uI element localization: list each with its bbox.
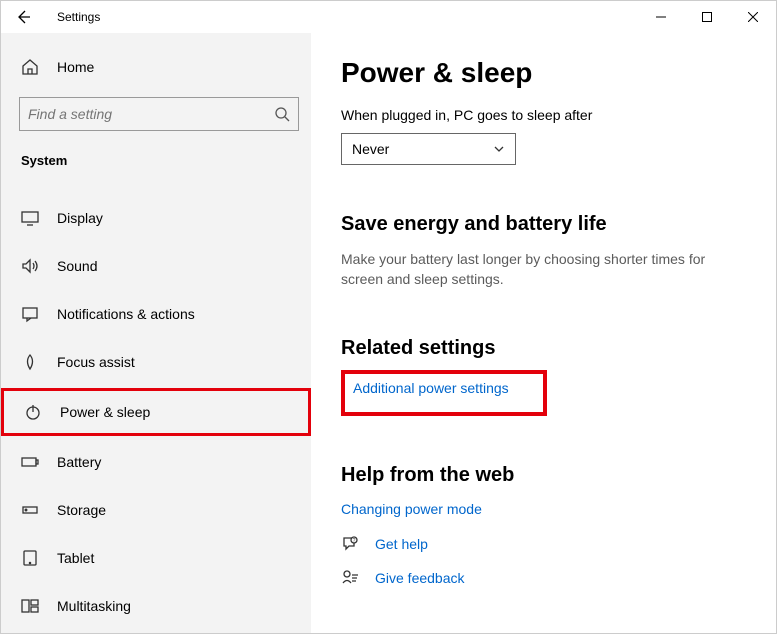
- sidebar-section-system: System: [1, 139, 311, 182]
- window-title: Settings: [45, 10, 100, 24]
- save-energy-heading: Save energy and battery life: [341, 213, 746, 236]
- storage-icon: [21, 501, 39, 519]
- home-nav[interactable]: Home: [1, 45, 311, 89]
- search-icon: [274, 106, 290, 122]
- nav-label: Power & sleep: [60, 404, 150, 420]
- nav-label: Tablet: [57, 550, 94, 566]
- sidebar-item-power-sleep[interactable]: Power & sleep: [1, 388, 311, 436]
- back-button[interactable]: [1, 1, 45, 33]
- minimize-button[interactable]: [638, 1, 684, 33]
- chevron-down-icon: [493, 143, 505, 155]
- sidebar-item-sound[interactable]: Sound: [1, 244, 311, 288]
- page-title: Power & sleep: [341, 57, 746, 89]
- tablet-icon: [21, 549, 39, 567]
- nav-label: Sound: [57, 258, 97, 274]
- svg-text:?: ?: [353, 538, 356, 544]
- sidebar-item-tablet[interactable]: Tablet: [1, 536, 311, 580]
- content-pane: Power & sleep When plugged in, PC goes t…: [311, 33, 776, 633]
- sidebar: Home System Display Sound: [1, 33, 311, 633]
- home-icon: [21, 58, 39, 76]
- sleep-field-label: When plugged in, PC goes to sleep after: [341, 107, 746, 123]
- sleep-dropdown-value: Never: [352, 141, 389, 157]
- search-field[interactable]: [28, 106, 274, 122]
- sidebar-item-display[interactable]: Display: [1, 196, 311, 240]
- nav-label: Focus assist: [57, 354, 135, 370]
- nav-label: Display: [57, 210, 103, 226]
- nav-label: Multitasking: [57, 598, 131, 614]
- changing-power-mode-link[interactable]: Changing power mode: [341, 501, 482, 517]
- sidebar-item-battery[interactable]: Battery: [1, 440, 311, 484]
- related-settings-heading: Related settings: [341, 337, 746, 360]
- help-from-web-heading: Help from the web: [341, 464, 746, 487]
- battery-icon: [21, 453, 39, 471]
- sidebar-item-storage[interactable]: Storage: [1, 488, 311, 532]
- sidebar-item-multitasking[interactable]: Multitasking: [1, 584, 311, 628]
- maximize-button[interactable]: [684, 1, 730, 33]
- sidebar-item-focus-assist[interactable]: Focus assist: [1, 340, 311, 384]
- close-button[interactable]: [730, 1, 776, 33]
- display-icon: [21, 209, 39, 227]
- get-help-link[interactable]: Get help: [375, 536, 428, 552]
- sound-icon: [21, 257, 39, 275]
- nav-label: Storage: [57, 502, 106, 518]
- focus-assist-icon: [21, 353, 39, 371]
- give-feedback-link[interactable]: Give feedback: [375, 570, 465, 586]
- back-arrow-icon: [15, 9, 31, 25]
- notifications-icon: [21, 305, 39, 323]
- feedback-icon: [341, 569, 359, 587]
- nav-label: Battery: [57, 454, 101, 470]
- sleep-dropdown[interactable]: Never: [341, 133, 516, 165]
- search-input[interactable]: [19, 97, 299, 131]
- multitasking-icon: [21, 597, 39, 615]
- save-energy-text: Make your battery last longer by choosin…: [341, 250, 721, 289]
- sidebar-item-notifications[interactable]: Notifications & actions: [1, 292, 311, 336]
- related-highlight-box: Additional power settings: [341, 370, 547, 416]
- additional-power-settings-link[interactable]: Additional power settings: [353, 380, 509, 396]
- nav-label: Notifications & actions: [57, 306, 195, 322]
- titlebar: Settings: [1, 1, 776, 33]
- get-help-icon: ?: [341, 535, 359, 553]
- home-label: Home: [57, 59, 94, 75]
- power-icon: [24, 403, 42, 421]
